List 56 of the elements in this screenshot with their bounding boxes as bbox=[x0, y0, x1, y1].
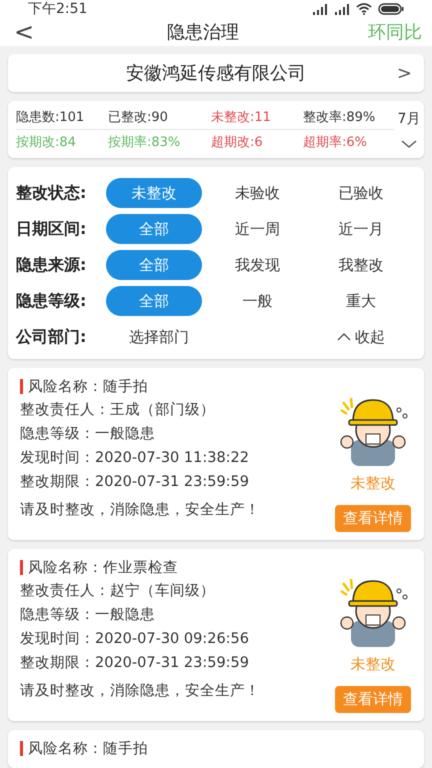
stat-text: 按期率:83% bbox=[108, 134, 182, 151]
department-picker[interactable]: 选择部门 bbox=[106, 322, 212, 352]
back-button[interactable]: < bbox=[10, 18, 38, 46]
reminder-text: 请及时整改，消除隐患，安全生产！ bbox=[20, 682, 261, 701]
stat-text: 超期率:6% bbox=[303, 134, 368, 151]
reminder-text: 请及时整改，消除隐患，安全生产！ bbox=[20, 500, 261, 520]
stat-text: 已整改:90 bbox=[108, 109, 169, 126]
filter-option[interactable]: 未验收 bbox=[209, 178, 306, 208]
status-text: 未整改 bbox=[350, 474, 396, 493]
status-time: 下午2:51 bbox=[28, 0, 88, 18]
stat-text: 隐患数:101 bbox=[16, 109, 86, 126]
filter-label: 日期区间: bbox=[16, 218, 88, 240]
filter-option[interactable]: 近一周 bbox=[209, 214, 306, 244]
record-line: 整改期限：2020-07-31 23:59:59 bbox=[20, 654, 250, 673]
stat-text: 整改率:89% bbox=[303, 109, 376, 126]
stat-text: 超期改:6 bbox=[211, 134, 264, 151]
company-selector[interactable]: 安徽鸿延传感有限公司 > bbox=[8, 54, 424, 92]
stat-text: 按期改:84 bbox=[16, 134, 77, 151]
month-label: 7月 bbox=[398, 110, 420, 128]
filter-option[interactable]: 已验收 bbox=[312, 178, 409, 208]
record-line: 整改责任人：王成（部门级） bbox=[20, 400, 216, 420]
filter-option[interactable]: 一般 bbox=[209, 286, 306, 316]
stat-text: 未整改:11 bbox=[211, 109, 272, 126]
record-line: 隐患等级：一般隐患 bbox=[20, 425, 156, 444]
risk-name: 风险名称：随手拍 bbox=[28, 378, 148, 396]
signal-icon bbox=[334, 4, 350, 14]
page-title: 隐患治理 bbox=[167, 21, 240, 44]
record-line: 隐患等级：一般隐患 bbox=[20, 606, 156, 625]
wifi-icon bbox=[356, 3, 372, 15]
accent-bar bbox=[20, 560, 23, 574]
record-line: 发现时间：2020-07-30 09:26:56 bbox=[20, 630, 250, 649]
record-line: 整改责任人：赵宁（车间级） bbox=[20, 582, 216, 601]
accent-bar bbox=[20, 740, 23, 756]
filter-label: 隐患等级: bbox=[16, 290, 88, 312]
record-line: 发现时间：2020-07-30 11:38:22 bbox=[20, 449, 250, 468]
risk-name: 风险名称：作业票检查 bbox=[28, 558, 178, 576]
filter-option[interactable]: 重大 bbox=[312, 286, 409, 316]
filter-option[interactable]: 未整改 bbox=[106, 178, 202, 208]
caret-icon bbox=[336, 333, 351, 341]
filter-option[interactable]: 我整改 bbox=[312, 250, 409, 280]
filter-option[interactable]: 全部 bbox=[106, 214, 202, 244]
filter-option[interactable]: 我发现 bbox=[209, 250, 306, 280]
filter-option[interactable]: 全部 bbox=[106, 250, 202, 280]
signal-icon bbox=[312, 4, 328, 14]
risk-name: 风险名称：随手拍 bbox=[28, 740, 148, 758]
filter-label: 公司部门: bbox=[16, 326, 88, 348]
chevron-icon[interactable] bbox=[401, 138, 417, 149]
filter-label: 隐患来源: bbox=[16, 254, 88, 276]
filter-option[interactable]: 近一月 bbox=[312, 214, 409, 244]
status-text: 未整改 bbox=[350, 655, 396, 674]
battery-icon bbox=[378, 3, 404, 15]
accent-bar bbox=[20, 378, 23, 394]
filter-label: 整改状态: bbox=[16, 182, 88, 204]
record-line: 整改期限：2020-07-31 23:59:59 bbox=[20, 473, 250, 492]
filter-option[interactable]: 全部 bbox=[106, 286, 202, 316]
collapse-button[interactable]: 收起 bbox=[312, 322, 410, 352]
